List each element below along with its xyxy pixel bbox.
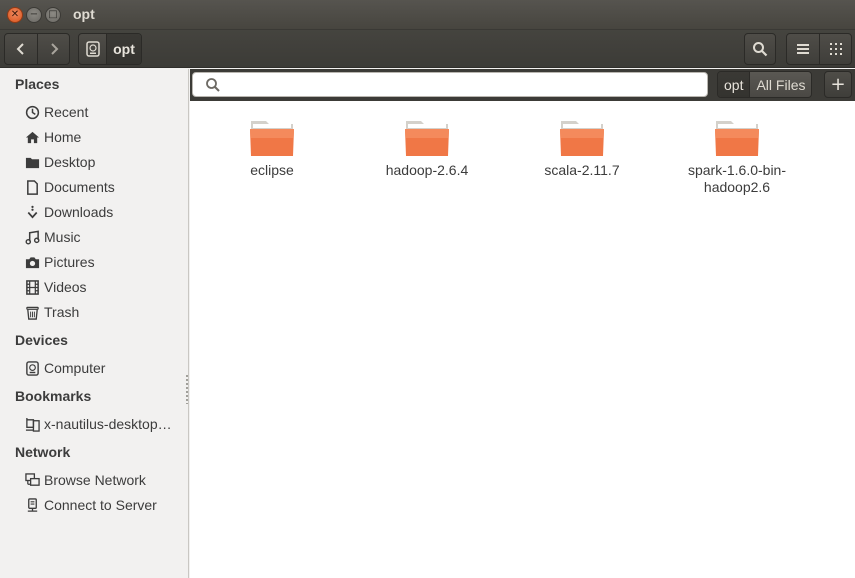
drive-icon bbox=[24, 360, 40, 376]
sidebar-item-label: Downloads bbox=[44, 204, 114, 220]
sidebar-item-bookmark[interactable]: x-nautilus-desktop… bbox=[24, 414, 172, 434]
sidebar-item-trash[interactable]: Trash bbox=[24, 302, 79, 322]
sidebar-item-label: Trash bbox=[44, 304, 80, 320]
network-header: Network bbox=[15, 444, 71, 460]
sidebar-item-documents[interactable]: Documents bbox=[24, 177, 115, 197]
sidebar-item-connect-server[interactable]: Connect to Server bbox=[24, 495, 157, 515]
folder-icon bbox=[560, 121, 604, 156]
sidebar-item-browse-network[interactable]: Browse Network bbox=[24, 470, 146, 490]
sidebar-item-recent[interactable]: Recent bbox=[24, 102, 88, 122]
sidebar-item-label: Computer bbox=[44, 360, 106, 376]
sidebar-item-videos[interactable]: Videos bbox=[24, 277, 87, 297]
camera-icon bbox=[24, 254, 40, 270]
folder-icon bbox=[715, 121, 759, 156]
desktop-icon bbox=[24, 416, 40, 432]
maximize-window-button[interactable]: □ bbox=[45, 7, 61, 23]
file-item-eclipse[interactable]: eclipse bbox=[207, 118, 337, 179]
grid-view-button[interactable] bbox=[819, 34, 851, 64]
search-button[interactable] bbox=[745, 34, 775, 64]
sidebar-item-label: Pictures bbox=[44, 254, 95, 270]
window-title: opt bbox=[73, 6, 95, 22]
film-icon bbox=[24, 279, 40, 295]
toolbar: opt bbox=[0, 30, 855, 68]
sidebar-item-label: Browse Network bbox=[44, 472, 146, 488]
path-root-button[interactable] bbox=[79, 34, 107, 64]
folder-icon bbox=[24, 154, 40, 170]
sidebar-item-downloads[interactable]: Downloads bbox=[24, 202, 113, 222]
home-icon bbox=[24, 129, 40, 145]
download-icon bbox=[24, 204, 40, 220]
file-name: spark-1.6.0-bin-hadoop2.6 bbox=[687, 162, 787, 195]
file-item-spark[interactable]: spark-1.6.0-bin-hadoop2.6 bbox=[672, 118, 802, 196]
navigation-group bbox=[4, 33, 70, 65]
bookmarks-header: Bookmarks bbox=[15, 388, 92, 404]
minimize-window-button[interactable]: − bbox=[26, 7, 42, 23]
maximize-icon: □ bbox=[48, 9, 58, 20]
sidebar-item-label: Videos bbox=[44, 279, 87, 295]
trash-icon bbox=[24, 304, 40, 320]
search-scope-group: opt All Files bbox=[717, 71, 813, 98]
sidebar-item-music[interactable]: Music bbox=[24, 227, 81, 247]
file-item-hadoop[interactable]: hadoop-2.6.4 bbox=[362, 118, 492, 179]
folder-icon bbox=[405, 121, 449, 156]
sidebar-item-desktop[interactable]: Desktop bbox=[24, 152, 95, 172]
sidebar: Places Recent Home Desktop Documents Dow… bbox=[0, 69, 189, 578]
sidebar-item-label: Connect to Server bbox=[44, 497, 157, 513]
search-bar: opt All Files + bbox=[190, 69, 855, 101]
list-view-button[interactable] bbox=[787, 34, 819, 64]
sidebar-item-label: Music bbox=[44, 229, 81, 245]
devices-header: Devices bbox=[15, 332, 68, 348]
sidebar-item-label: Documents bbox=[44, 179, 115, 195]
add-search-criterion-button[interactable]: + bbox=[824, 71, 852, 98]
sidebar-item-label: Recent bbox=[44, 104, 89, 120]
title-bar: ✕ − □ opt bbox=[0, 0, 855, 30]
close-window-button[interactable]: ✕ bbox=[7, 7, 23, 23]
search-input[interactable] bbox=[227, 75, 697, 95]
sidebar-resize-handle[interactable] bbox=[186, 374, 188, 404]
search-icon bbox=[206, 78, 220, 92]
list-icon bbox=[797, 44, 809, 54]
chevron-left-icon bbox=[16, 43, 24, 55]
path-bar: opt bbox=[78, 33, 142, 65]
search-toggle-group bbox=[744, 33, 776, 65]
forward-button[interactable] bbox=[37, 34, 69, 64]
minimize-icon: − bbox=[29, 9, 39, 20]
sidebar-item-label: Desktop bbox=[44, 154, 96, 170]
file-manager-window: ✕ − □ opt opt Places Recent Home Desktop… bbox=[0, 0, 855, 578]
sidebar-item-label: x-nautilus-desktop… bbox=[44, 416, 172, 432]
back-button[interactable] bbox=[5, 34, 37, 64]
path-crumb-opt[interactable]: opt bbox=[107, 34, 141, 64]
grid-icon bbox=[829, 43, 842, 55]
places-header: Places bbox=[15, 76, 60, 92]
network-icon bbox=[24, 472, 40, 488]
close-icon: ✕ bbox=[10, 9, 20, 20]
search-field[interactable] bbox=[192, 72, 708, 97]
sidebar-item-home[interactable]: Home bbox=[24, 127, 81, 147]
folder-icon bbox=[250, 121, 294, 156]
file-name: hadoop-2.6.4 bbox=[385, 162, 469, 178]
plus-icon: + bbox=[830, 74, 846, 95]
file-item-scala[interactable]: scala-2.11.7 bbox=[517, 118, 647, 179]
file-name: scala-2.11.7 bbox=[544, 162, 620, 178]
sidebar-item-label: Home bbox=[44, 129, 82, 145]
server-icon bbox=[24, 497, 40, 513]
search-icon bbox=[753, 42, 768, 57]
document-icon bbox=[24, 179, 40, 195]
scope-all-files[interactable]: All Files bbox=[749, 72, 812, 97]
file-name: eclipse bbox=[250, 162, 294, 178]
scope-current-folder[interactable]: opt bbox=[718, 72, 750, 97]
clock-icon bbox=[24, 104, 40, 120]
sidebar-item-pictures[interactable]: Pictures bbox=[24, 252, 95, 272]
view-mode-group bbox=[786, 33, 852, 65]
chevron-right-icon bbox=[50, 43, 58, 55]
music-icon bbox=[24, 229, 40, 245]
sidebar-item-computer[interactable]: Computer bbox=[24, 358, 105, 378]
drive-icon bbox=[85, 41, 100, 57]
